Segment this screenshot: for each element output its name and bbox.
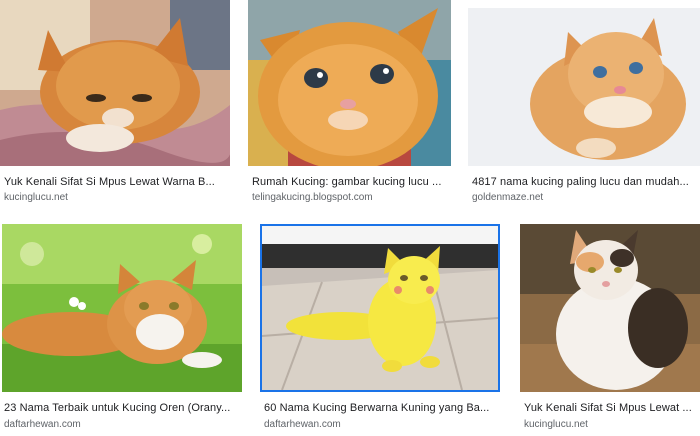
result-title[interactable]: Yuk Kenali Sifat Si Mpus Lewat ... [524, 402, 700, 414]
yellow-cat-on-tiles-image[interactable] [260, 224, 500, 392]
result-card[interactable]: 23 Nama Terbaik untuk Kucing Oren (Orany… [0, 224, 244, 436]
result-source[interactable]: daftarhewan.com [264, 419, 341, 430]
orange-tabby-cat-on-bed-image[interactable] [0, 0, 230, 166]
result-title[interactable]: Yuk Kenali Sifat Si Mpus Lewat Warna B..… [4, 176, 226, 188]
result-title[interactable]: 60 Nama Kucing Berwarna Kuning yang Ba..… [264, 402, 498, 414]
result-source[interactable]: telingakucing.blogspot.com [252, 192, 373, 203]
result-card[interactable]: Rumah Kucing: gambar kucing lucu ... tel… [248, 0, 452, 215]
result-source[interactable]: kucinglucu.net [524, 419, 588, 430]
result-source[interactable]: kucinglucu.net [4, 192, 68, 203]
result-title[interactable]: 23 Nama Terbaik untuk Kucing Oren (Orany… [4, 402, 240, 414]
fluffy-persian-kitten-image[interactable] [468, 8, 700, 166]
orange-kitten-closeup-image[interactable] [248, 0, 451, 166]
result-source[interactable]: daftarhewan.com [4, 419, 81, 430]
result-card[interactable]: Yuk Kenali Sifat Si Mpus Lewat ... kucin… [520, 224, 700, 436]
calico-cat-outdoors-image[interactable] [520, 224, 700, 392]
result-card[interactable]: 60 Nama Kucing Berwarna Kuning yang Ba..… [260, 224, 504, 436]
result-title[interactable]: Rumah Kucing: gambar kucing lucu ... [252, 176, 448, 188]
result-title[interactable]: 4817 nama kucing paling lucu dan mudah..… [472, 176, 698, 188]
result-card[interactable]: Yuk Kenali Sifat Si Mpus Lewat Warna B..… [0, 0, 232, 215]
orange-white-cat-on-grass-image[interactable] [2, 224, 242, 392]
result-card[interactable]: 4817 nama kucing paling lucu dan mudah..… [468, 0, 700, 215]
result-source[interactable]: goldenmaze.net [472, 192, 543, 203]
